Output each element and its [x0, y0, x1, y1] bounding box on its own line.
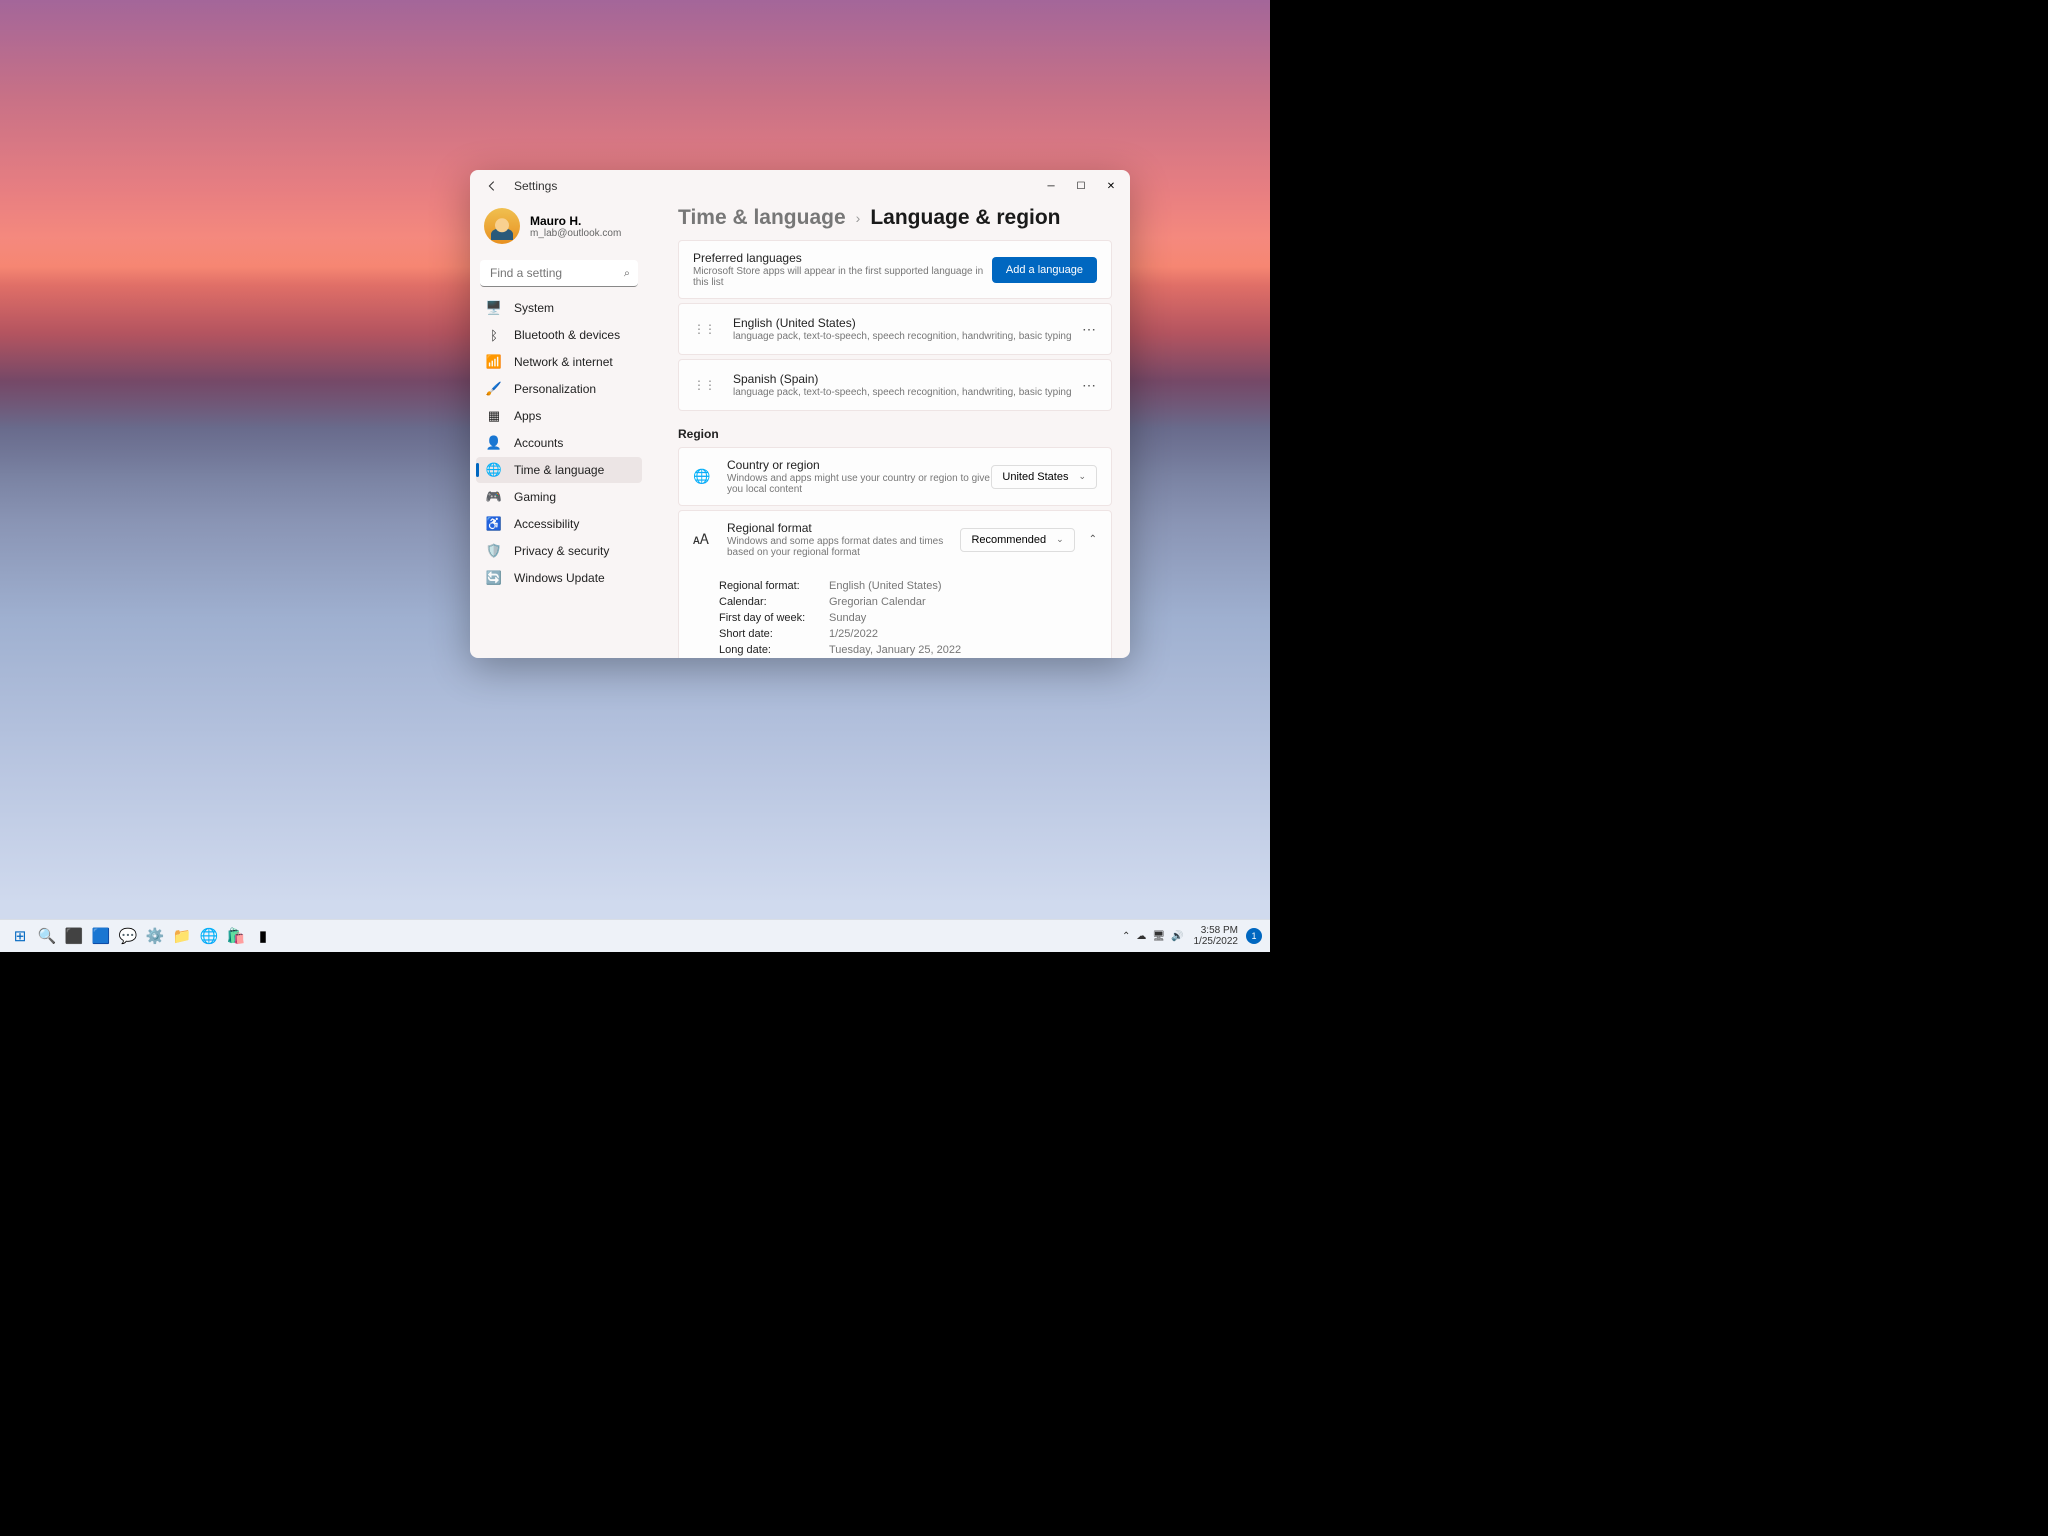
- titlebar: Settings ─ ☐ ✕: [470, 170, 1130, 202]
- taskbar: ⊞ 🔍 ⬛ 🟦 💬 ⚙️ 📁 🌐 🛍️ ▮ ⌃ ☁ 🖥 🔊 3:58 PM 1/…: [0, 919, 1270, 952]
- notification-badge[interactable]: 1: [1246, 928, 1262, 944]
- format-detail-row: Short date:1/25/2022: [719, 626, 1097, 642]
- format-detail-row: Long date:Tuesday, January 25, 2022: [719, 642, 1097, 658]
- format-title: Regional format: [727, 521, 960, 535]
- nav-item-bluetooth-devices[interactable]: ᛒBluetooth & devices: [476, 322, 642, 348]
- nav-icon: 🖥️: [486, 300, 502, 316]
- nav-icon: ᛒ: [486, 327, 502, 343]
- breadcrumb: Time & language › Language & region: [678, 206, 1112, 230]
- nav-item-time-language[interactable]: 🌐Time & language: [476, 457, 642, 483]
- breadcrumb-parent[interactable]: Time & language: [678, 206, 846, 230]
- nav-icon: 📶: [486, 354, 502, 370]
- sidebar: Mauro H. m_lab@outlook.com ⌕ 🖥️SystemᛒBl…: [470, 202, 648, 658]
- onedrive-icon[interactable]: ☁: [1136, 931, 1146, 942]
- format-details-panel: Regional format:English (United States)C…: [678, 568, 1112, 658]
- nav-icon: 🎮: [486, 489, 502, 505]
- page-title: Language & region: [870, 206, 1060, 230]
- nav-item-gaming[interactable]: 🎮Gaming: [476, 484, 642, 510]
- nav-item-privacy-security[interactable]: 🛡️Privacy & security: [476, 538, 642, 564]
- search-icon: ⌕: [624, 267, 630, 280]
- chevron-down-icon: ⌄: [1056, 534, 1064, 545]
- country-dropdown[interactable]: United States ⌄: [991, 465, 1097, 489]
- language-item[interactable]: ⋮⋮ Spanish (Spain)language pack, text-to-…: [678, 359, 1112, 411]
- maximize-button[interactable]: ☐: [1066, 171, 1096, 201]
- nav-item-accessibility[interactable]: ♿Accessibility: [476, 511, 642, 537]
- main-panel: Time & language › Language & region Pref…: [648, 202, 1130, 658]
- country-region-row: 🌐 Country or region Windows and apps mig…: [678, 447, 1112, 506]
- format-detail-row: First day of week:Sunday: [719, 610, 1097, 626]
- window-controls: ─ ☐ ✕: [1036, 171, 1126, 201]
- language-name: Spanish (Spain): [733, 372, 1082, 386]
- close-button[interactable]: ✕: [1096, 171, 1126, 201]
- task-view-icon[interactable]: ⬛: [62, 924, 86, 948]
- desktop-wallpaper: Settings ─ ☐ ✕ Mauro H. m_lab@outlook.co…: [0, 0, 1270, 952]
- start-button[interactable]: ⊞: [8, 924, 32, 948]
- format-sub: Windows and some apps format dates and t…: [727, 536, 960, 558]
- country-sub: Windows and apps might use your country …: [727, 473, 991, 495]
- window-title: Settings: [514, 179, 557, 193]
- format-detail-row: Regional format:English (United States): [719, 578, 1097, 594]
- format-dropdown[interactable]: Recommended ⌄: [960, 528, 1074, 552]
- nav-item-network-internet[interactable]: 📶Network & internet: [476, 349, 642, 375]
- preferred-title: Preferred languages: [693, 251, 992, 265]
- chevron-down-icon: ⌄: [1078, 471, 1086, 482]
- nav-item-accounts[interactable]: 👤Accounts: [476, 430, 642, 456]
- minimize-button[interactable]: ─: [1036, 171, 1066, 201]
- country-title: Country or region: [727, 458, 991, 472]
- nav-icon: 🌐: [486, 462, 502, 478]
- volume-icon[interactable]: 🔊: [1171, 931, 1183, 942]
- preferred-sub: Microsoft Store apps will appear in the …: [693, 266, 992, 288]
- preferred-languages-header: Preferred languages Microsoft Store apps…: [678, 240, 1112, 299]
- user-account-block[interactable]: Mauro H. m_lab@outlook.com: [476, 202, 642, 250]
- nav-item-apps[interactable]: ▦Apps: [476, 403, 642, 429]
- format-detail-row: Calendar:Gregorian Calendar: [719, 594, 1097, 610]
- search-input[interactable]: [480, 260, 638, 287]
- nav-icon: ▦: [486, 408, 502, 424]
- back-button[interactable]: [482, 176, 502, 196]
- language-features: language pack, text-to-speech, speech re…: [733, 387, 1082, 398]
- file-explorer-icon[interactable]: 📁: [170, 924, 194, 948]
- nav-item-personalization[interactable]: 🖌️Personalization: [476, 376, 642, 402]
- tray-chevron-up-icon[interactable]: ⌃: [1122, 931, 1130, 942]
- nav-icon: 🔄: [486, 570, 502, 586]
- terminal-icon[interactable]: ▮: [251, 924, 275, 948]
- settings-window: Settings ─ ☐ ✕ Mauro H. m_lab@outlook.co…: [470, 170, 1130, 658]
- language-features: language pack, text-to-speech, speech re…: [733, 331, 1082, 342]
- widgets-icon[interactable]: 🟦: [89, 924, 113, 948]
- globe-icon: 🌐: [693, 468, 711, 485]
- nav-item-windows-update[interactable]: 🔄Windows Update: [476, 565, 642, 591]
- chat-icon[interactable]: 💬: [116, 924, 140, 948]
- edge-icon[interactable]: 🌐: [197, 924, 221, 948]
- nav-item-system[interactable]: 🖥️System: [476, 295, 642, 321]
- user-email: m_lab@outlook.com: [530, 228, 621, 239]
- region-section-title: Region: [678, 427, 1112, 441]
- user-name: Mauro H.: [530, 214, 621, 228]
- drag-handle-icon[interactable]: ⋮⋮: [693, 378, 715, 392]
- nav-icon: 🖌️: [486, 381, 502, 397]
- avatar: [484, 208, 520, 244]
- search-box: ⌕: [480, 260, 638, 287]
- drag-handle-icon[interactable]: ⋮⋮: [693, 322, 715, 336]
- region-format-icon: 🗚: [693, 531, 711, 548]
- clock[interactable]: 3:58 PM 1/25/2022: [1194, 925, 1239, 947]
- more-options-button[interactable]: ⋯: [1082, 321, 1097, 338]
- nav-list: 🖥️SystemᛒBluetooth & devices📶Network & i…: [476, 295, 642, 591]
- regional-format-row: 🗚 Regional format Windows and some apps …: [678, 510, 1112, 569]
- network-tray-icon[interactable]: 🖥: [1152, 931, 1165, 942]
- settings-app-icon[interactable]: ⚙️: [143, 924, 167, 948]
- language-item[interactable]: ⋮⋮ English (United States)language pack, …: [678, 303, 1112, 355]
- chevron-right-icon: ›: [856, 210, 861, 226]
- taskbar-search-icon[interactable]: 🔍: [35, 924, 59, 948]
- add-language-button[interactable]: Add a language: [992, 257, 1097, 283]
- collapse-button[interactable]: ⌃: [1089, 534, 1097, 545]
- nav-icon: 👤: [486, 435, 502, 451]
- nav-icon: 🛡️: [486, 543, 502, 559]
- nav-icon: ♿: [486, 516, 502, 532]
- language-name: English (United States): [733, 316, 1082, 330]
- store-icon[interactable]: 🛍️: [224, 924, 248, 948]
- more-options-button[interactable]: ⋯: [1082, 377, 1097, 394]
